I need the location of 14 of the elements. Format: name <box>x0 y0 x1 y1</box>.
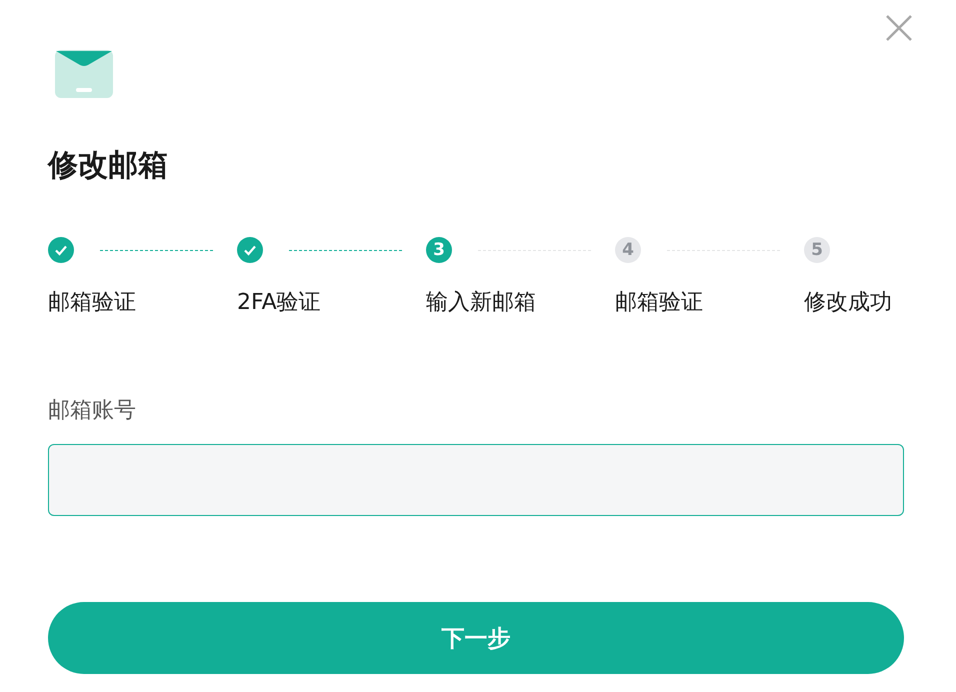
email-field[interactable] <box>48 444 904 516</box>
step-number: 3 <box>426 237 452 263</box>
close-icon[interactable] <box>885 14 913 42</box>
step-number: 5 <box>804 237 830 263</box>
field-label: 邮箱账号 <box>48 397 137 425</box>
step-label: 输入新邮箱 <box>426 289 537 317</box>
step-label: 邮箱验证 <box>615 289 704 317</box>
dialog-title: 修改邮箱 <box>48 147 169 185</box>
step-number: 4 <box>615 237 641 263</box>
step-label: 邮箱验证 <box>48 289 137 317</box>
next-button[interactable]: 下一步 <box>48 602 904 674</box>
step-label: 修改成功 <box>804 289 893 317</box>
envelope-icon <box>55 50 113 98</box>
step-label: 2FA验证 <box>237 289 322 317</box>
